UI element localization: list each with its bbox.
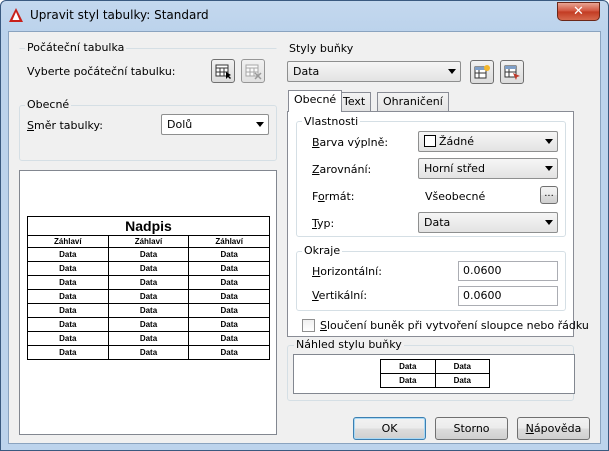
preview-header-cell: Záhlaví	[107, 235, 190, 248]
autocad-icon	[9, 8, 23, 22]
type-label: Typ:	[312, 217, 335, 230]
preview-table: Nadpis Záhlaví Záhlaví Záhlaví Data Data D…	[27, 216, 270, 360]
cell-preview-group-title: Náhled stylu buňky	[294, 338, 404, 351]
window-title: Upravit styl tabulky: Standard	[30, 8, 209, 22]
title-bar[interactable]: Upravit styl tabulky: Standard ✕	[1, 1, 608, 31]
select-start-table-button[interactable]	[211, 59, 235, 83]
format-value: Všeobecné	[425, 190, 486, 203]
tab-borders[interactable]: Ohraničení	[377, 92, 449, 112]
direction-value: Dolů	[167, 118, 193, 131]
tab-panel-general: Vlastnosti Barva výplně: Žádné Zarovnání…	[287, 111, 589, 337]
preview-cell: Data	[188, 247, 270, 262]
type-dropdown[interactable]: Data	[418, 212, 558, 233]
cell-styles-group-title: Styly buňky	[289, 42, 354, 55]
preview-header-cell: Záhlaví	[27, 235, 109, 248]
alignment-dropdown[interactable]: Horní střed	[418, 158, 558, 179]
alignment-value: Horní střed	[424, 162, 485, 175]
preview-cell: Data	[107, 289, 190, 304]
create-cell-style-button[interactable]	[470, 60, 494, 84]
horizontal-margin-label: Horizontální:	[312, 265, 382, 278]
properties-group-title: Vlastnosti	[302, 115, 361, 128]
direction-dropdown[interactable]: Dolů	[161, 114, 269, 135]
preview-cell: Data	[27, 303, 109, 318]
margins-group-title: Okraje	[302, 244, 343, 257]
preview-cell: Data	[27, 261, 109, 276]
start-table-label: Vyberte počáteční tabulku:	[27, 65, 176, 78]
preview-cell: Data	[188, 345, 270, 360]
merge-cells-checkbox[interactable]	[302, 319, 315, 332]
cell-style-preview: Data Data Data Data	[293, 354, 575, 394]
color-swatch	[424, 135, 436, 147]
vertical-margin-input[interactable]: 0.0600	[458, 286, 558, 306]
start-table-group-title: Počáteční tabulka	[25, 41, 127, 54]
fill-color-dropdown[interactable]: Žádné	[418, 131, 558, 152]
chevron-down-icon	[545, 220, 553, 225]
preview-cell: Data	[107, 303, 190, 318]
help-button[interactable]: Nápověda	[517, 417, 590, 440]
preview-header-cell: Záhlaví	[188, 235, 270, 248]
cell-preview-cell: Data	[434, 359, 490, 374]
chevron-down-icon	[256, 122, 264, 127]
close-button[interactable]: ✕	[557, 2, 600, 21]
cell-style-value: Data	[293, 65, 320, 78]
table-preview: Nadpis Záhlaví Záhlaví Záhlaví Data Data D…	[19, 170, 277, 435]
cancel-button[interactable]: Storno	[435, 417, 508, 440]
cell-preview-cell: Data	[380, 359, 436, 374]
table-select-icon	[215, 64, 231, 79]
type-value: Data	[424, 216, 451, 229]
format-browse-button[interactable]: ...	[540, 186, 558, 204]
fill-color-value: Žádné	[439, 135, 474, 148]
preview-cell: Data	[188, 275, 270, 290]
merge-cells-label[interactable]: Sloučení buněk při vytvoření sloupce neb…	[320, 319, 589, 332]
cell-preview-cell: Data	[380, 373, 436, 388]
preview-cell: Data	[188, 317, 270, 332]
preview-cell: Data	[107, 331, 190, 346]
cell-preview-table: Data Data Data Data	[380, 359, 490, 388]
manage-cell-styles-icon	[504, 65, 520, 80]
dialog-client: Počáteční tabulka Vyberte počáteční tabu…	[8, 31, 601, 444]
preview-cell: Data	[188, 331, 270, 346]
chevron-down-icon	[545, 166, 553, 171]
new-cell-style-icon	[474, 65, 490, 79]
preview-cell: Data	[107, 247, 190, 262]
preview-cell: Data	[188, 303, 270, 318]
preview-cell: Data	[188, 261, 270, 276]
table-remove-icon	[245, 64, 262, 80]
chevron-down-icon	[448, 69, 456, 74]
preview-cell: Data	[107, 261, 190, 276]
general-group-title: Obecné	[25, 98, 72, 111]
preview-cell: Data	[27, 331, 109, 346]
direction-label: Směr tabulky:	[27, 119, 103, 132]
cell-style-dropdown[interactable]: Data	[287, 61, 461, 82]
alignment-label: Zarovnání:	[312, 163, 372, 176]
preview-cell: Data	[107, 275, 190, 290]
tab-general[interactable]: Obecné	[288, 90, 343, 112]
cell-preview-cell: Data	[434, 373, 490, 388]
preview-cell: Data	[107, 345, 190, 360]
dialog-window: Upravit styl tabulky: Standard ✕ Počáteč…	[0, 0, 609, 451]
chevron-down-icon	[545, 139, 553, 144]
preview-cell: Data	[27, 247, 109, 262]
preview-cell: Data	[27, 275, 109, 290]
preview-cell: Data	[27, 289, 109, 304]
manage-cell-styles-button[interactable]	[500, 60, 524, 84]
preview-cell: Data	[188, 289, 270, 304]
format-label: Formát:	[312, 190, 355, 203]
preview-title: Nadpis	[27, 216, 270, 236]
preview-cell: Data	[27, 345, 109, 360]
preview-cell: Data	[27, 317, 109, 332]
fill-color-label: Barva výplně:	[312, 136, 389, 149]
preview-cell: Data	[107, 317, 190, 332]
remove-start-table-button[interactable]	[241, 59, 265, 83]
horizontal-margin-input[interactable]: 0.0600	[458, 261, 558, 281]
ok-button[interactable]: OK	[353, 417, 426, 440]
vertical-margin-label: Vertikální:	[312, 289, 368, 302]
